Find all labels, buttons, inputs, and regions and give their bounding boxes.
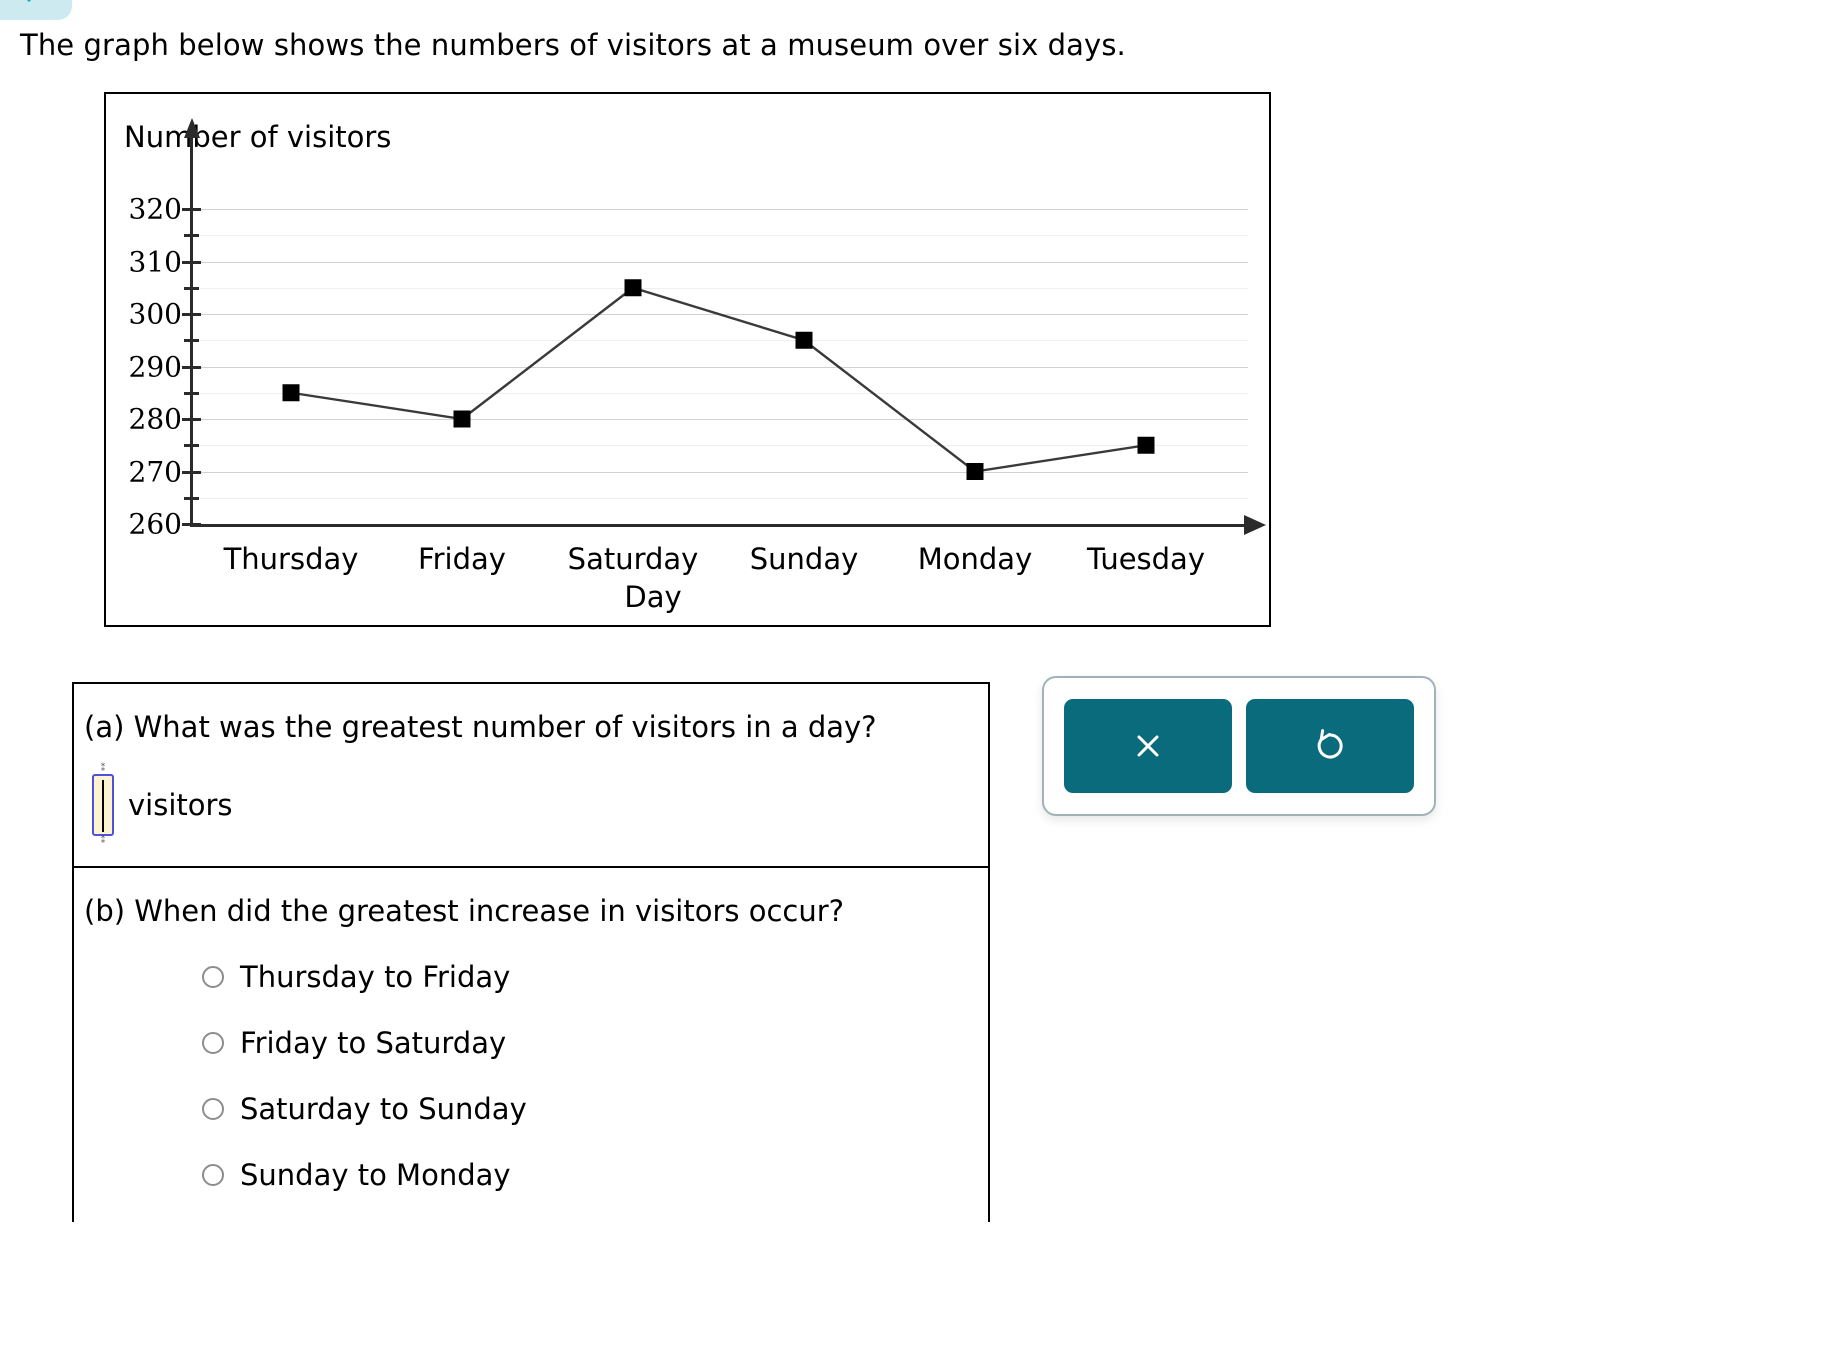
y-axis-tick-label: 310 [128,245,182,278]
y-axis-tick [182,365,201,369]
gridline [190,497,1248,499]
gridline [190,392,1248,394]
text-caret [102,780,104,832]
option-label: Friday to Saturday [240,1026,507,1060]
gridline [190,235,1248,237]
question-b-text: (b) When did the greatest increase in vi… [84,894,845,928]
y-axis-tick-label: 290 [128,350,182,383]
y-axis-tick [182,260,201,264]
x-axis-title: Day [624,580,682,614]
gridline [190,419,1248,420]
radio-button[interactable] [202,1164,224,1186]
y-axis-tick [182,523,201,526]
y-axis-tick [182,470,201,474]
option-label: Sunday to Monday [240,1158,511,1192]
x-axis-tick-label: Sunday [749,542,859,576]
y-axis-tick-label: 280 [128,402,182,436]
option-row[interactable]: Saturday to Sunday [74,1092,988,1126]
y-axis-tick [184,496,199,500]
option-row[interactable]: Thursday to Friday [74,960,988,994]
y-axis-tick [182,208,201,211]
option-label: Saturday to Sunday [240,1092,527,1126]
x-axis-tick-label: Saturday [567,542,699,576]
option-row[interactable]: Sunday to Monday [74,1158,988,1192]
close-icon [1128,726,1168,766]
input-grip-bottom-icon: ⁑ [100,836,106,846]
x-axis-tick-label: Thursday [223,542,359,576]
question-a-text: (a) What was the greatest number of visi… [84,710,877,744]
option-row[interactable]: Friday to Saturday [74,1026,988,1060]
y-axis-tick [184,286,199,290]
y-axis-arrow-icon [184,118,200,138]
input-grip-top-icon: ⁑ [100,764,106,774]
undo-button[interactable] [1246,699,1414,793]
questions-panel: (a) What was the greatest number of visi… [72,682,990,1222]
y-axis-tick [184,444,199,448]
y-axis-tick [184,339,199,343]
top-tab-fragment [0,0,72,20]
y-axis-labels: 260 270 280 290 300 310 320 [106,94,182,629]
action-buttons-card [1042,676,1436,816]
gridline [190,340,1248,342]
gridline [190,366,1248,368]
clear-button[interactable] [1064,699,1232,793]
gridline [190,445,1248,447]
question-a: (a) What was the greatest number of visi… [74,684,988,866]
y-axis-tick-label: 320 [128,192,182,226]
radio-button[interactable] [202,1032,224,1054]
x-axis-arrow-icon [1244,515,1266,535]
prompt-text: The graph below shows the numbers of vis… [20,28,1126,62]
answer-row: ⁑ ⁑ visitors [74,765,988,846]
undo-icon [1309,725,1351,767]
radio-button[interactable] [202,966,224,988]
gridline [190,287,1248,289]
radio-button[interactable] [202,1098,224,1120]
y-axis-tick [182,418,201,421]
gridline [190,261,1248,263]
chevron-down-icon [14,0,44,2]
x-axis-tick-label: Friday [418,542,506,576]
y-axis-tick-label: 260 [128,507,182,541]
x-axis-tick-label: Tuesday [1087,542,1205,576]
y-axis-tick [184,391,199,395]
y-axis-tick [184,234,199,238]
option-label: Thursday to Friday [240,960,511,994]
visitors-answer-input[interactable]: ⁑ ⁑ [92,765,114,846]
gridline [190,471,1248,473]
question-b: (b) When did the greatest increase in vi… [74,866,988,1222]
y-axis-line [190,134,193,526]
x-axis-line [190,524,1248,527]
options-list: Thursday to Friday Friday to Saturday Satu… [74,960,988,1192]
x-axis-tick-label: Monday [917,542,1033,576]
gridline [190,314,1248,315]
y-axis-tick-label: 270 [128,455,182,488]
gridline [190,209,1248,210]
answer-unit-label: visitors [128,788,233,822]
y-axis-tick-label: 300 [128,297,182,331]
chart-container: Number of visitors 260 270 280 290 300 310 320… [104,92,1271,627]
y-axis-tick [182,313,201,316]
